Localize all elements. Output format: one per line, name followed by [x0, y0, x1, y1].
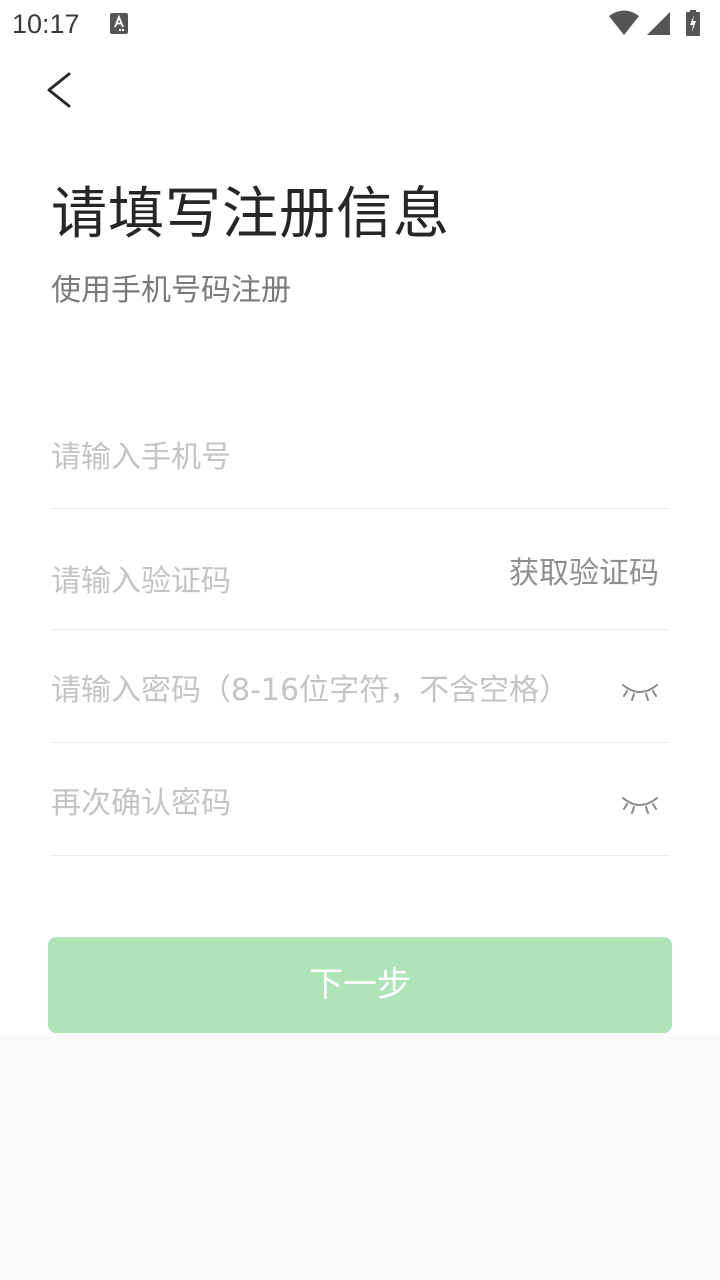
battery-charging-icon — [686, 10, 700, 36]
phone-placeholder: 请输入手机号 — [51, 440, 231, 475]
password-field[interactable]: 请输入密码（8-16位字符，不含空格） — [51, 630, 669, 743]
code-placeholder: 请输入验证码 — [51, 564, 231, 599]
page-subtitle: 使用手机号码注册 — [51, 273, 291, 308]
phone-field[interactable]: 请输入手机号 — [51, 420, 669, 509]
cell-signal-icon — [647, 12, 670, 35]
page-title: 请填写注册信息 — [51, 182, 450, 247]
confirm-password-field[interactable]: 再次确认密码 — [51, 743, 669, 856]
notification-a-icon — [110, 13, 128, 34]
next-step-button[interactable]: 下一步 — [48, 937, 672, 1033]
password-placeholder: 请输入密码（8-16位字符，不含空格） — [51, 673, 570, 708]
status-right-icons — [608, 10, 708, 38]
back-button[interactable] — [36, 66, 84, 114]
wifi-icon — [609, 10, 639, 35]
eye-closed-icon[interactable] — [621, 681, 659, 703]
status-bar: 10:17 — [0, 0, 720, 48]
eye-closed-icon[interactable] — [621, 794, 659, 816]
get-code-button[interactable]: 获取验证码 — [509, 554, 659, 594]
chevron-left-icon — [47, 72, 71, 108]
register-screen: 10:17 请填写注册信息 使用手机号码注册 请输入手机号 请输入验证码 获取验… — [0, 0, 720, 1280]
status-time: 10:17 — [12, 9, 80, 39]
verification-code-field[interactable]: 请输入验证码 获取验证码 — [51, 509, 669, 630]
confirm-password-placeholder: 再次确认密码 — [51, 786, 231, 821]
content-area: 10:17 请填写注册信息 使用手机号码注册 请输入手机号 请输入验证码 获取验… — [0, 0, 720, 1033]
